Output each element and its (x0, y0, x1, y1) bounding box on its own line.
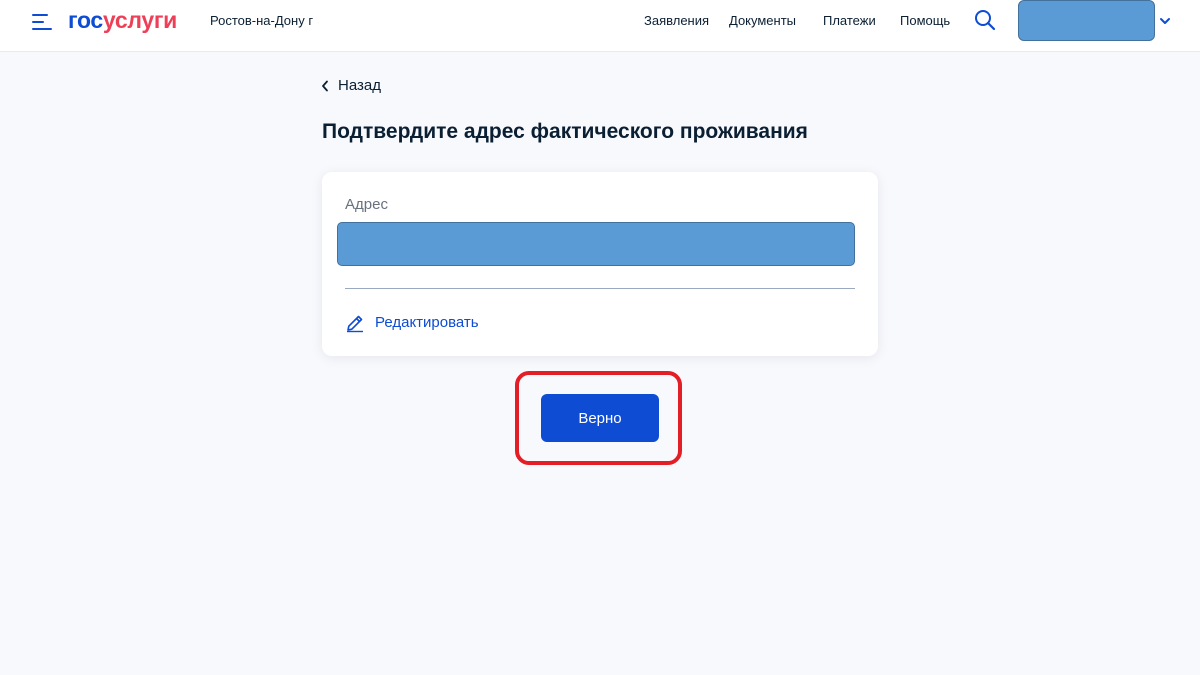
search-icon[interactable] (974, 9, 996, 31)
page-title: Подтвердите адрес фактического проживани… (322, 120, 808, 143)
logo-part-2: услуги (102, 7, 177, 33)
nav-payments[interactable]: Платежи (823, 13, 876, 28)
menu-icon[interactable] (32, 14, 52, 32)
nav-documents[interactable]: Документы (729, 13, 796, 28)
gosuslugi-logo[interactable]: госуслуги (68, 7, 177, 34)
confirm-button[interactable]: Верно (541, 394, 659, 442)
nav-applications[interactable]: Заявления (644, 13, 709, 28)
user-account-redacted[interactable] (1018, 0, 1155, 41)
city-selector[interactable]: Ростов-на-Дону г (210, 13, 313, 28)
top-header: госуслуги Ростов-на-Дону г Заявления Док… (0, 0, 1200, 52)
back-label: Назад (338, 77, 381, 94)
chevron-down-icon[interactable] (1158, 15, 1172, 27)
edit-label: Редактировать (375, 314, 479, 331)
chevron-left-icon (322, 80, 328, 92)
address-label: Адрес (345, 196, 388, 213)
logo-part-1: гос (68, 7, 103, 33)
divider (345, 288, 855, 289)
address-value-redacted (337, 222, 855, 266)
pencil-icon (347, 315, 363, 333)
address-card: Адрес Редактировать (322, 172, 878, 356)
nav-help[interactable]: Помощь (900, 13, 950, 28)
